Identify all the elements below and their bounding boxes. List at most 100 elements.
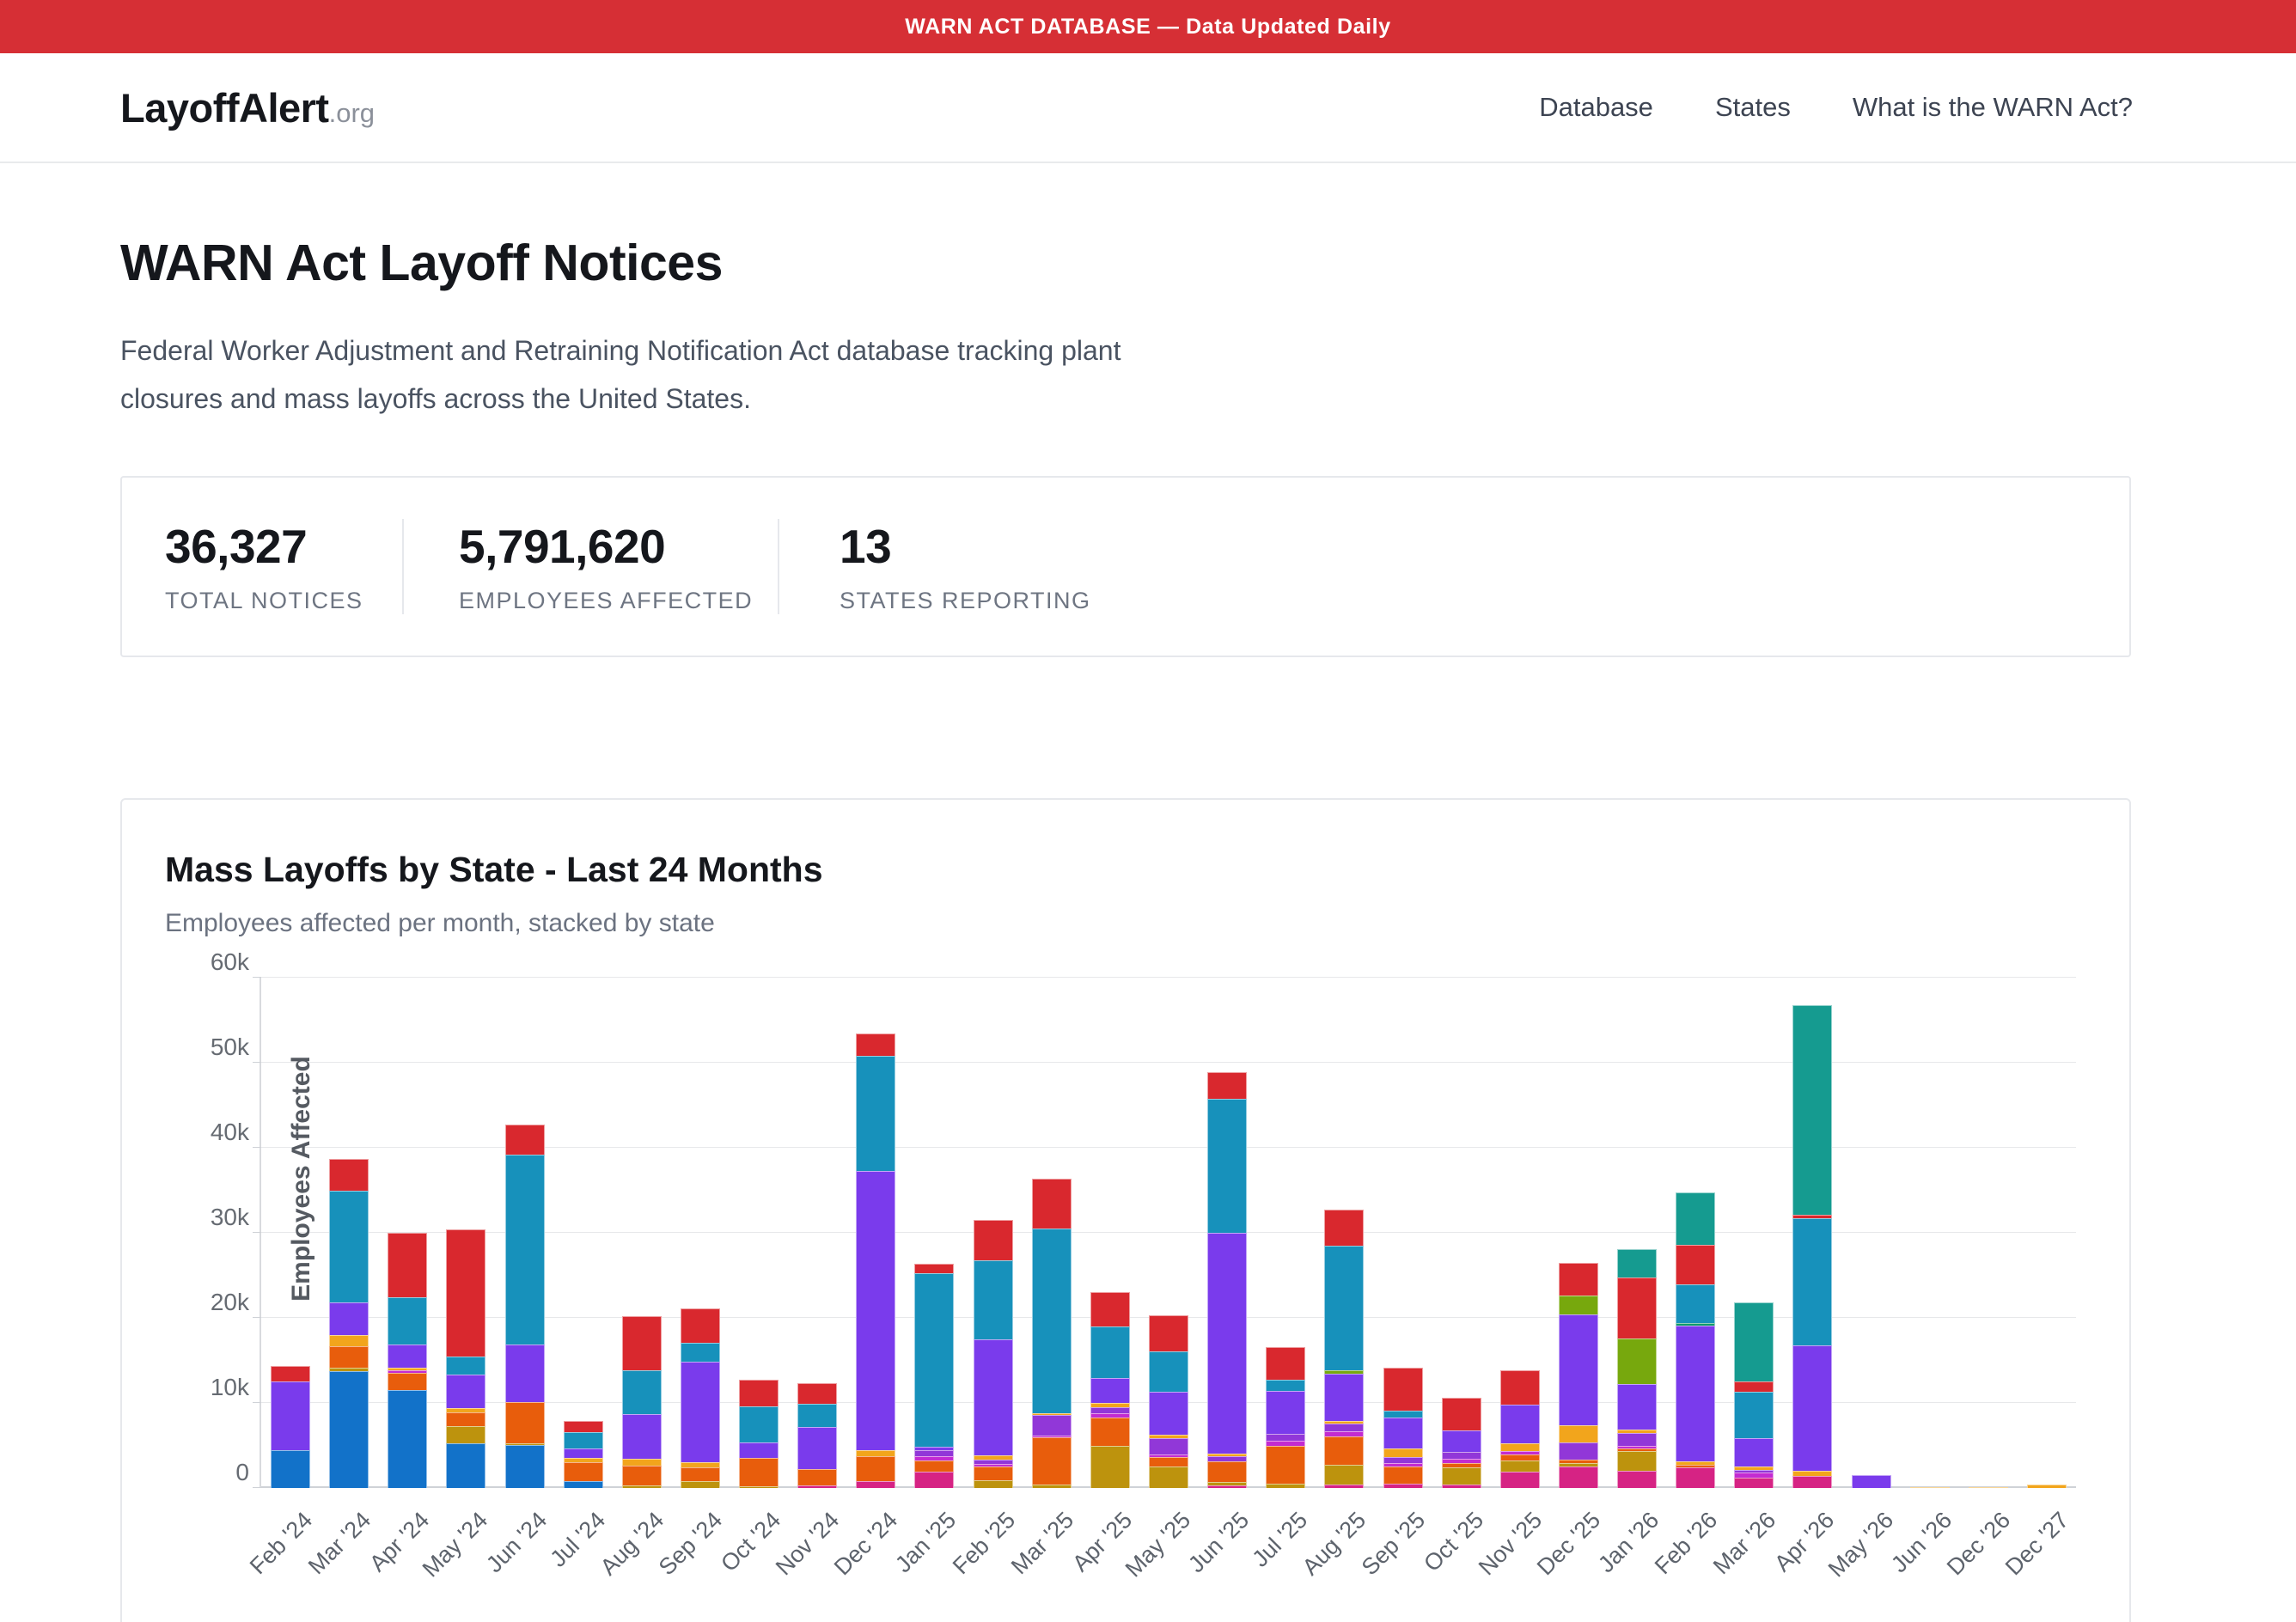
- bar-segment-michigan[interactable]: [914, 1450, 954, 1456]
- bar-segment-texas[interactable]: [271, 1366, 310, 1381]
- bar-segment-florida[interactable]: [914, 1472, 954, 1488]
- bar-segment-north-carolina[interactable]: [329, 1335, 369, 1346]
- bar-segment-florida[interactable]: [1383, 1484, 1423, 1488]
- bar-segment-texas[interactable]: [564, 1421, 603, 1432]
- bar-segment-michigan[interactable]: [1383, 1457, 1423, 1463]
- bar-segment-washington[interactable]: [1617, 1249, 1657, 1277]
- nav-item-what-is-warn-act[interactable]: What is the WARN Act?: [1853, 92, 2133, 123]
- bar-segment-texas[interactable]: [739, 1380, 779, 1406]
- bar-segment-texas[interactable]: [856, 1034, 895, 1056]
- bar-segment-texas[interactable]: [1734, 1381, 1774, 1392]
- bar-segment-florida[interactable]: [856, 1481, 895, 1488]
- bar-segment-new-jersey[interactable]: [329, 1302, 369, 1335]
- bar-segment-pennsylvania[interactable]: [1207, 1099, 1247, 1233]
- bar-segment-texas[interactable]: [1266, 1347, 1305, 1380]
- bar-segment-north-carolina[interactable]: [1559, 1425, 1598, 1442]
- bar-segment-texas[interactable]: [797, 1383, 837, 1404]
- bar-segment-illinois[interactable]: [681, 1467, 720, 1481]
- bar-segment-pennsylvania[interactable]: [1676, 1284, 1715, 1323]
- bar-segment-texas[interactable]: [1617, 1277, 1657, 1338]
- bar-segment-illinois[interactable]: [1383, 1467, 1423, 1484]
- bar-segment-new-jersey[interactable]: [1852, 1475, 1891, 1488]
- bar-segment-texas[interactable]: [1032, 1179, 1072, 1229]
- bar-segment-michigan[interactable]: [1559, 1442, 1598, 1460]
- bar-segment-texas[interactable]: [1207, 1072, 1247, 1099]
- bar-segment-illinois[interactable]: [564, 1462, 603, 1481]
- bar-segment-new-jersey[interactable]: [1792, 1345, 1832, 1471]
- bar-segment-michigan[interactable]: [1324, 1424, 1364, 1431]
- bar-segment-pennsylvania[interactable]: [329, 1191, 369, 1302]
- bar-segment-pennsylvania[interactable]: [1032, 1229, 1072, 1413]
- bar-segment-illinois[interactable]: [1032, 1437, 1072, 1485]
- bar-segment-texas[interactable]: [1442, 1398, 1481, 1430]
- bar-segment-pennsylvania[interactable]: [1266, 1380, 1305, 1391]
- bar-segment-pennsylvania[interactable]: [622, 1370, 662, 1414]
- bar-segment-georgia[interactable]: [1266, 1484, 1305, 1488]
- bar-segment-new-jersey[interactable]: [446, 1375, 485, 1408]
- bar-segment-florida[interactable]: [1792, 1476, 1832, 1488]
- bar-segment-illinois[interactable]: [797, 1469, 837, 1485]
- bar-segment-new-jersey[interactable]: [505, 1345, 545, 1402]
- bar-segment-georgia[interactable]: [1442, 1467, 1481, 1485]
- bar-segment-california[interactable]: [388, 1390, 427, 1488]
- bar-segment-illinois[interactable]: [505, 1402, 545, 1443]
- bar-segment-texas[interactable]: [1500, 1370, 1540, 1405]
- bar-segment-north-carolina[interactable]: [1969, 1487, 2008, 1488]
- bar-segment-texas[interactable]: [388, 1233, 427, 1297]
- bar-segment-georgia[interactable]: [1149, 1467, 1188, 1488]
- bar-segment-new-jersey[interactable]: [1207, 1233, 1247, 1454]
- bar-segment-illinois[interactable]: [914, 1460, 954, 1472]
- bar-segment-illinois[interactable]: [1324, 1436, 1364, 1465]
- bar-segment-illinois[interactable]: [329, 1346, 369, 1368]
- bar-segment-pennsylvania[interactable]: [681, 1343, 720, 1362]
- bar-segment-florida[interactable]: [1734, 1478, 1774, 1488]
- bar-segment-illinois[interactable]: [446, 1412, 485, 1426]
- bar-segment-new-jersey[interactable]: [1500, 1405, 1540, 1443]
- bar-segment-illinois[interactable]: [1149, 1457, 1188, 1467]
- bar-segment-michigan[interactable]: [1090, 1407, 1130, 1413]
- bar-segment-pennsylvania[interactable]: [1090, 1326, 1130, 1378]
- bar-segment-pennsylvania[interactable]: [739, 1406, 779, 1442]
- bar-segment-texas[interactable]: [446, 1229, 485, 1357]
- bar-segment-texas[interactable]: [974, 1220, 1013, 1260]
- bar-segment-florida[interactable]: [1207, 1485, 1247, 1488]
- bar-segment-georgia[interactable]: [446, 1426, 485, 1443]
- bar-segment-north-carolina[interactable]: [2027, 1485, 2067, 1488]
- bar-segment-texas[interactable]: [1090, 1292, 1130, 1326]
- bar-segment-pennsylvania[interactable]: [974, 1260, 1013, 1339]
- bar-segment-illinois[interactable]: [1500, 1454, 1540, 1460]
- bar-segment-new-jersey[interactable]: [622, 1414, 662, 1459]
- nav-item-states[interactable]: States: [1715, 92, 1791, 123]
- bar-segment-new-jersey[interactable]: [1149, 1392, 1188, 1435]
- bar-segment-pennsylvania[interactable]: [1383, 1411, 1423, 1418]
- bar-segment-washington[interactable]: [1676, 1192, 1715, 1245]
- bar-segment-florida[interactable]: [1676, 1467, 1715, 1488]
- bar-segment-california[interactable]: [271, 1450, 310, 1488]
- bar-segment-new-jersey[interactable]: [1676, 1326, 1715, 1461]
- bar-segment-texas[interactable]: [505, 1125, 545, 1155]
- bar-segment-pennsylvania[interactable]: [1324, 1246, 1364, 1370]
- logo[interactable]: LayoffAlert.org: [120, 84, 375, 131]
- bar-segment-california[interactable]: [564, 1481, 603, 1488]
- bar-segment-new-jersey[interactable]: [1324, 1374, 1364, 1421]
- bar-segment-new-jersey[interactable]: [681, 1362, 720, 1462]
- bar-segment-illinois[interactable]: [739, 1458, 779, 1486]
- bar-segment-pennsylvania[interactable]: [1734, 1392, 1774, 1438]
- bar-segment-north-carolina[interactable]: [1910, 1487, 1950, 1488]
- bar-segment-ohio[interactable]: [1617, 1338, 1657, 1384]
- bar-segment-illinois[interactable]: [1266, 1446, 1305, 1484]
- bar-segment-georgia[interactable]: [1324, 1465, 1364, 1485]
- bar-segment-texas[interactable]: [1324, 1210, 1364, 1246]
- bar-segment-georgia[interactable]: [739, 1486, 779, 1488]
- bar-segment-pennsylvania[interactable]: [914, 1273, 954, 1447]
- nav-item-database[interactable]: Database: [1539, 92, 1653, 123]
- bar-segment-pennsylvania[interactable]: [446, 1357, 485, 1375]
- bar-segment-north-carolina[interactable]: [856, 1450, 895, 1456]
- bar-segment-new-jersey[interactable]: [388, 1345, 427, 1368]
- bar-segment-michigan[interactable]: [1617, 1433, 1657, 1446]
- bar-segment-illinois[interactable]: [1207, 1461, 1247, 1482]
- bar-segment-new-jersey[interactable]: [974, 1339, 1013, 1455]
- bar-segment-georgia[interactable]: [1090, 1446, 1130, 1488]
- bar-segment-texas[interactable]: [1559, 1263, 1598, 1296]
- bar-segment-texas[interactable]: [1383, 1368, 1423, 1411]
